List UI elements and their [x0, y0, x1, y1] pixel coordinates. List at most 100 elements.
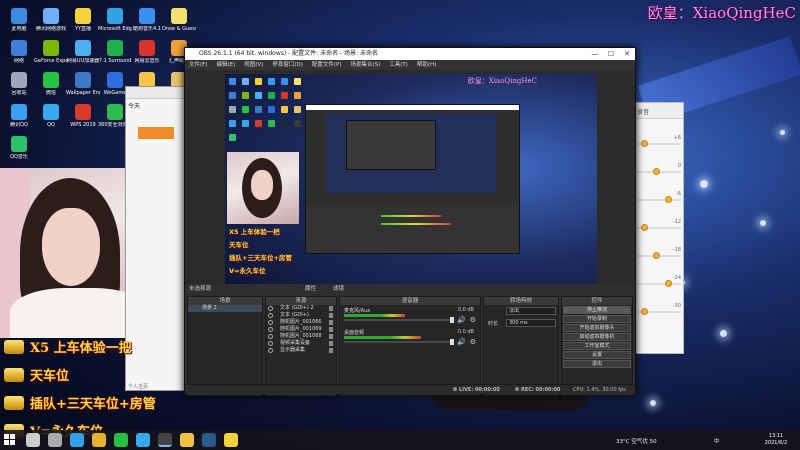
slider-track[interactable] — [637, 199, 681, 201]
visibility-icon[interactable] — [268, 320, 273, 325]
speaker-icon[interactable]: 🔊 — [457, 316, 466, 324]
desktop-icon[interactable]: GeForce Experience — [34, 40, 68, 64]
desktop-icon[interactable]: 7.1 Surround — [98, 40, 132, 64]
menu-item[interactable]: 帮助(H) — [417, 60, 436, 70]
control-button[interactable]: 停止推流 — [563, 306, 631, 314]
visibility-icon[interactable] — [268, 334, 273, 339]
slider-handle[interactable] — [641, 308, 648, 315]
lock-icon[interactable] — [329, 334, 333, 339]
slider-handle[interactable] — [641, 224, 648, 231]
desktop-icon[interactable]: QQ — [34, 104, 68, 128]
language-indicator[interactable]: 中 — [714, 437, 720, 445]
menu-item[interactable]: 文件(F) — [189, 60, 207, 70]
desktop-icon[interactable]: QQ音乐 — [2, 136, 36, 160]
steam-icon[interactable] — [202, 433, 216, 447]
chrome-icon[interactable] — [92, 433, 106, 447]
volume-slider-track[interactable] — [344, 319, 454, 321]
obs-titlebar[interactable]: OBS 26.1.1 (64 bit, windows) - 配置文件: 未命名… — [185, 48, 635, 60]
volume-slider-handle[interactable] — [450, 317, 454, 323]
desktop-icon[interactable]: 腾讯QQ — [2, 104, 36, 128]
slider-handle[interactable] — [653, 252, 660, 259]
source-item[interactable]: 随机图片_001066 — [266, 319, 336, 326]
minimize-icon[interactable]: — — [587, 48, 603, 60]
control-button[interactable]: 开始录制 — [563, 315, 631, 323]
control-button[interactable]: 启动虚拟摄像机 — [563, 333, 631, 341]
desktop-icon[interactable]: 回收站 — [2, 72, 36, 96]
speaker-icon[interactable]: 🔊 — [457, 338, 466, 346]
source-item[interactable]: 文本 (GDI+) 2 — [266, 305, 336, 312]
duration-field[interactable]: 300 ms — [506, 319, 556, 327]
lock-icon[interactable] — [329, 320, 333, 325]
control-button[interactable]: 设置 — [563, 351, 631, 359]
visibility-icon[interactable] — [268, 341, 273, 346]
folder-icon[interactable] — [180, 433, 194, 447]
lock-icon[interactable] — [329, 313, 333, 318]
menu-item[interactable]: 视图(V) — [244, 60, 263, 70]
desktop-icon[interactable]: 腾讯网络游戏 — [34, 8, 68, 32]
desktop-icon[interactable]: 酷狗音乐4.1 — [130, 8, 164, 32]
sources-dock[interactable]: 来源 文本 (GDI+) 2 文本 (GDI+) 随机图片_001066 随机图片_0… — [265, 296, 337, 396]
visibility-icon[interactable] — [268, 327, 273, 332]
weather-status[interactable]: 33°C 空气优 50 — [616, 437, 657, 445]
desktop-icon[interactable]: YY直播 — [66, 8, 100, 32]
properties-button[interactable]: 属性 — [305, 284, 316, 294]
slider-handle[interactable] — [641, 140, 648, 147]
control-button[interactable]: 退出 — [563, 360, 631, 368]
close-icon[interactable]: ✕ — [619, 48, 635, 60]
obs-icon[interactable] — [158, 433, 172, 447]
obs-window[interactable]: OBS 26.1.1 (64 bit, windows) - 配置文件: 未命名… — [184, 47, 636, 396]
desktop-icon[interactable]: 此电脑 — [2, 8, 36, 32]
obs-preview[interactable]: 欧皇：XiaoQingHeC X5 上车体验一把 天车位 插队+三天车位+房管 V=永… — [225, 74, 597, 308]
transition-select[interactable]: 淡出 — [506, 307, 556, 315]
desktop-icon[interactable]: 微信 — [34, 72, 68, 96]
volume-slider-handle[interactable] — [450, 339, 454, 345]
desktop-icon[interactable]: Microsoft Edge — [98, 8, 132, 32]
browser-toolbar[interactable] — [126, 87, 184, 99]
desktop-icon[interactable]: Draw & Guess — [162, 8, 196, 32]
source-item[interactable]: 随机图片_001068 — [266, 333, 336, 340]
source-item[interactable]: 随机图片_001069 — [266, 326, 336, 333]
visibility-icon[interactable] — [268, 306, 273, 311]
slider-track[interactable] — [637, 283, 681, 285]
lock-icon[interactable] — [329, 306, 333, 311]
desktop-icon[interactable]: Wallpaper Engine — [66, 72, 100, 96]
menu-item[interactable]: 停靠窗口(D) — [272, 60, 303, 70]
menu-item[interactable]: 配置文件(P) — [312, 60, 342, 70]
control-button[interactable]: 开始虚拟摄像头 — [563, 324, 631, 332]
clock[interactable]: 13:11 2021/6/2 — [758, 433, 794, 447]
wechat-icon[interactable] — [114, 433, 128, 447]
source-item[interactable]: 视频采集设备 — [266, 340, 336, 347]
controls-dock[interactable]: 控件 停止推流 开始录制 开始虚拟摄像头 启动虚拟摄像机 工作室模式 设置 退出 — [561, 296, 633, 396]
menu-item[interactable]: 场景集合(S) — [350, 60, 380, 70]
filters-button[interactable]: 滤镜 — [333, 284, 344, 294]
slider-handle[interactable] — [665, 280, 672, 287]
visibility-icon[interactable] — [268, 348, 273, 353]
windows-start-icon[interactable] — [4, 434, 16, 446]
audio-settings-panel[interactable]: 录音 +6 0 -6 -12 -18 -24 -30 — [632, 102, 684, 354]
task-view-icon[interactable] — [48, 433, 62, 447]
browser-tab[interactable]: 今天 — [126, 99, 184, 112]
maximize-icon[interactable]: ☐ — [603, 48, 619, 60]
transitions-dock[interactable]: 转场特效 淡出 时长 300 ms — [483, 296, 559, 396]
search-icon[interactable] — [26, 433, 40, 447]
source-item[interactable]: 显示器采集 — [266, 347, 336, 354]
slider-handle[interactable] — [665, 196, 672, 203]
volume-slider-track[interactable] — [344, 341, 454, 343]
gear-icon[interactable]: ⚙ — [470, 338, 476, 346]
yy-icon[interactable] — [224, 433, 238, 447]
slider-handle[interactable] — [653, 168, 660, 175]
visibility-icon[interactable] — [268, 313, 273, 318]
scene-item[interactable]: 场景 2 — [188, 305, 262, 312]
menu-item[interactable]: 编辑(E) — [216, 60, 235, 70]
control-button[interactable]: 工作室模式 — [563, 342, 631, 350]
desktop-icon[interactable]: 网易UU加速器 — [66, 40, 100, 64]
source-item[interactable]: 文本 (GDI+) — [266, 312, 336, 319]
desktop-icon[interactable]: 网络 — [2, 40, 36, 64]
desktop-icon[interactable]: 网易云音乐 — [130, 40, 164, 64]
desktop-icon[interactable]: WPS 2019 — [66, 104, 100, 128]
gear-icon[interactable]: ⚙ — [470, 316, 476, 324]
qq-icon[interactable] — [136, 433, 150, 447]
lock-icon[interactable] — [329, 341, 333, 346]
lock-icon[interactable] — [329, 327, 333, 332]
edge-icon[interactable] — [70, 433, 84, 447]
